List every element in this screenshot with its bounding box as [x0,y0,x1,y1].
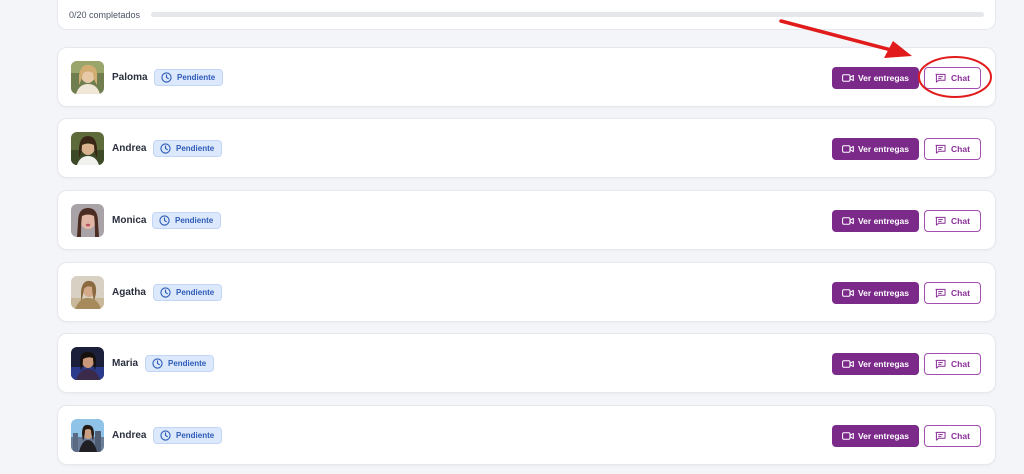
ver-entregas-label: Ver entregas [857,144,910,154]
video-camera-icon [842,74,854,82]
video-camera-icon [842,217,854,225]
video-camera-icon [842,360,854,368]
video-camera-icon [842,289,854,297]
status-badge: Pendiente [153,427,223,444]
creator-row: Agatha Pendiente Ver entregas Chat [57,262,996,322]
chat-label: Chat [951,431,970,441]
clock-icon [161,72,172,83]
clock-icon [159,215,170,226]
creator-row: Andrea Pendiente Ver entregas Chat [57,405,996,465]
avatar [71,132,104,165]
video-camera-icon [842,432,854,440]
creator-row: Monica Pendiente Ver entregas Chat [57,190,996,250]
status-label: Pendiente [176,288,215,297]
message-icon [935,144,946,154]
video-camera-icon [842,145,854,153]
status-badge: Pendiente [152,212,222,229]
message-icon [935,288,946,298]
chat-label: Chat [951,144,970,154]
message-icon [935,359,946,369]
creator-name: Monica [112,215,147,226]
chat-label: Chat [951,288,970,298]
status-label: Pendiente [168,359,207,368]
ver-entregas-button[interactable]: Ver entregas [832,282,919,304]
creator-name: Andrea [112,143,147,154]
avatar [71,204,104,237]
clock-icon [160,287,171,298]
ver-entregas-button[interactable]: Ver entregas [832,425,919,447]
chat-label: Chat [951,359,970,369]
progress-text: 0/20 completados [69,9,141,20]
status-badge: Pendiente [145,355,215,372]
creator-name: Agatha [112,287,146,298]
ver-entregas-label: Ver entregas [857,288,910,298]
progress-bar [151,12,984,17]
status-label: Pendiente [176,431,215,440]
message-icon [935,431,946,441]
message-icon [935,73,946,83]
status-badge: Pendiente [154,69,224,86]
creator-name: Maria [112,358,139,369]
ver-entregas-label: Ver entregas [857,359,910,369]
status-badge: Pendiente [153,140,223,157]
status-label: Pendiente [177,73,216,82]
creator-row: Maria Pendiente Ver entregas Chat [57,333,996,393]
avatar [71,61,104,94]
chat-label: Chat [951,216,970,226]
avatar [71,419,104,452]
creator-row: Paloma Pendiente Ver entregas Chat [57,47,996,107]
chat-button[interactable]: Chat [924,210,981,232]
ver-entregas-button[interactable]: Ver entregas [832,138,919,160]
clock-icon [152,358,163,369]
progress-card: 0/20 completados [57,0,996,30]
ver-entregas-label: Ver entregas [857,431,910,441]
ver-entregas-label: Ver entregas [857,216,910,226]
avatar [71,347,104,380]
creator-name: Andrea [112,430,147,441]
clock-icon [160,430,171,441]
ver-entregas-button[interactable]: Ver entregas [832,353,919,375]
message-icon [935,216,946,226]
status-label: Pendiente [176,144,215,153]
chat-button[interactable]: Chat [924,67,981,89]
ver-entregas-label: Ver entregas [857,73,910,83]
chat-label: Chat [951,73,970,83]
chat-button[interactable]: Chat [924,282,981,304]
clock-icon [160,143,171,154]
avatar [71,276,104,309]
chat-button[interactable]: Chat [924,353,981,375]
status-badge: Pendiente [153,284,223,301]
chat-button[interactable]: Chat [924,425,981,447]
ver-entregas-button[interactable]: Ver entregas [832,67,919,89]
status-label: Pendiente [175,216,214,225]
creator-row: Andrea Pendiente Ver entregas Chat [57,118,996,178]
chat-button[interactable]: Chat [924,138,981,160]
creator-name: Paloma [112,72,148,83]
ver-entregas-button[interactable]: Ver entregas [832,210,919,232]
page: 0/20 completados Paloma Pendiente Ver en… [0,0,1024,474]
